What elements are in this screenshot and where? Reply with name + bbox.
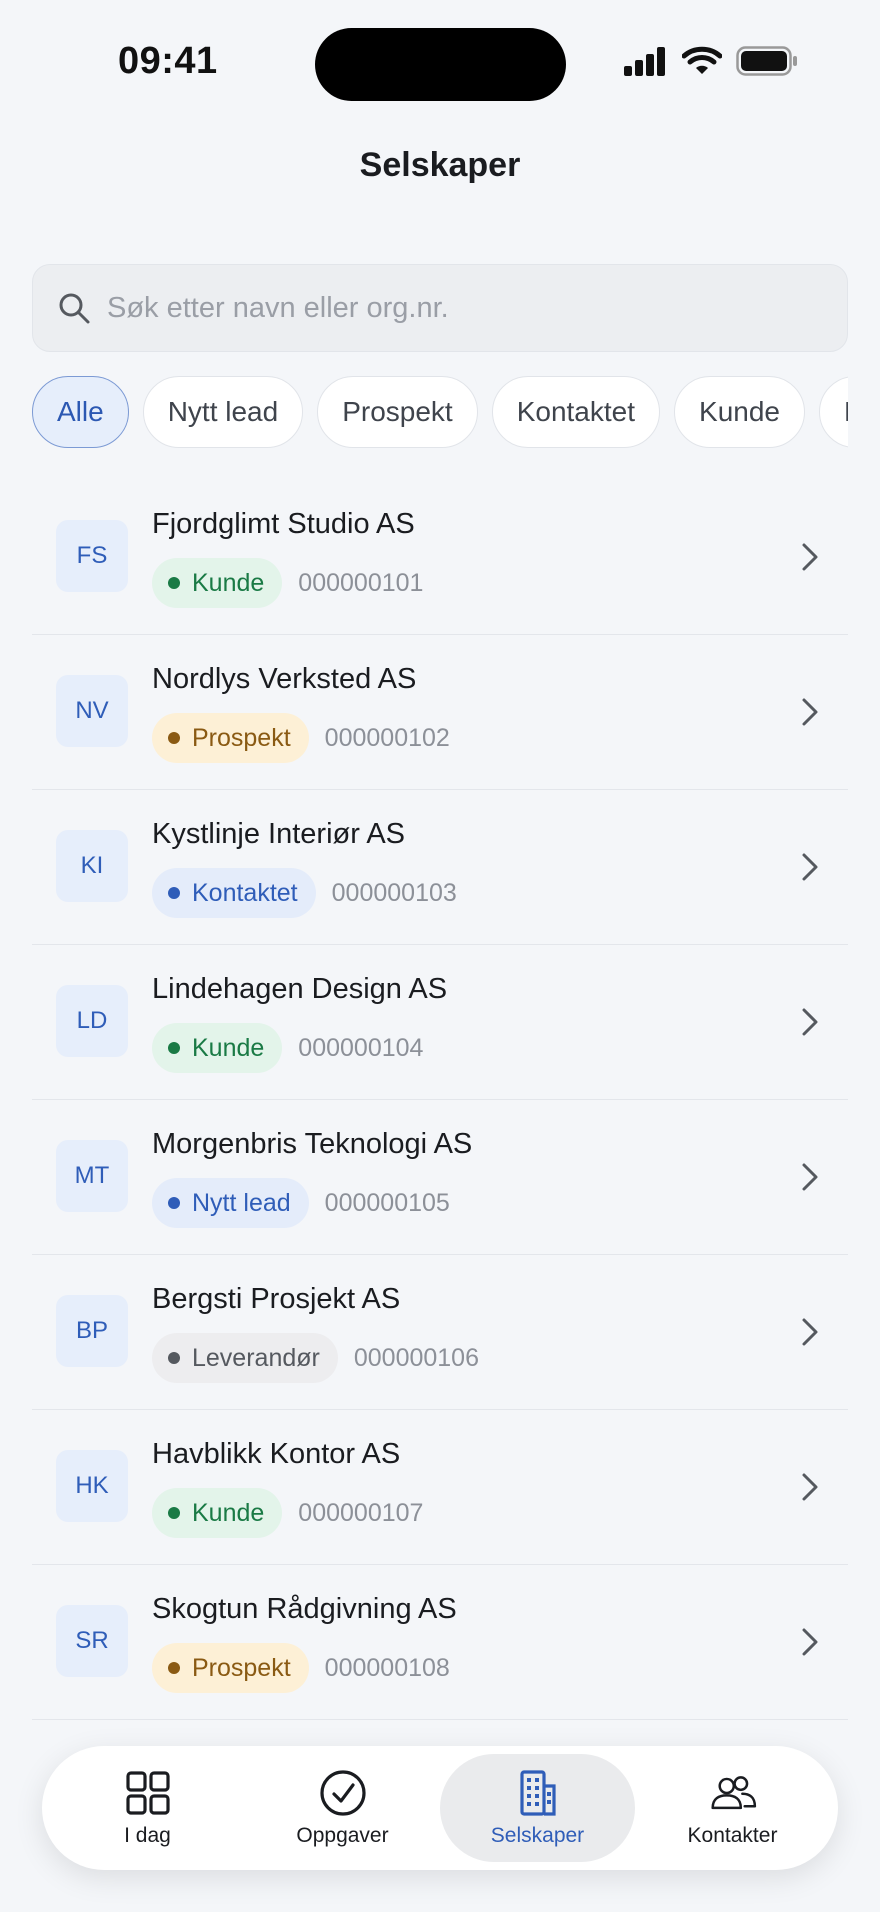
company-avatar: FS bbox=[56, 520, 128, 592]
search-box[interactable] bbox=[32, 264, 848, 352]
signal-icon bbox=[624, 47, 665, 76]
chevron-right-icon bbox=[802, 698, 818, 726]
company-row[interactable]: KI Kystlinje Interiør AS Kontaktet 00000… bbox=[32, 790, 848, 945]
status-badge: Kunde bbox=[152, 1023, 283, 1073]
company-name: Bergsti Prosjekt AS bbox=[152, 1283, 401, 1315]
status-badge: Prospekt bbox=[152, 1643, 309, 1693]
dynamic-island bbox=[315, 28, 566, 101]
company-avatar: SR bbox=[56, 1605, 128, 1677]
status-dot-icon bbox=[168, 577, 180, 589]
org-number: 000000103 bbox=[331, 878, 457, 907]
company-row[interactable]: NV Nordlys Verksted AS Prospekt 00000010… bbox=[32, 635, 848, 790]
tab-label: Oppgaver bbox=[296, 1824, 389, 1847]
company-name: Skogtun Rådgivning AS bbox=[152, 1593, 457, 1625]
status-badge: Kunde bbox=[152, 558, 283, 608]
org-number: 000000108 bbox=[324, 1653, 450, 1682]
company-row[interactable]: LD Lindehagen Design AS Kunde 000000104 bbox=[32, 945, 848, 1100]
check-circle-icon bbox=[319, 1770, 366, 1816]
company-avatar: LD bbox=[56, 985, 128, 1057]
tab-label: Selskaper bbox=[490, 1824, 585, 1847]
tab-label: Kontakter bbox=[687, 1824, 778, 1847]
grid-icon bbox=[125, 1771, 170, 1815]
chevron-right-icon bbox=[802, 543, 818, 571]
status-dot-icon bbox=[168, 887, 180, 899]
chevron-right-icon bbox=[802, 1473, 818, 1501]
tab-bar: I dag Oppgaver Selskaper Kontakter bbox=[42, 1746, 838, 1870]
org-number: 000000102 bbox=[324, 723, 450, 752]
company-row[interactable]: SR Skogtun Rådgivning AS Prospekt 000000… bbox=[32, 1565, 848, 1720]
status-dot-icon bbox=[168, 732, 180, 744]
tab-oppgaver[interactable]: Oppgaver bbox=[245, 1754, 440, 1862]
chevron-right-icon bbox=[802, 1628, 818, 1656]
company-row[interactable]: BP Bergsti Prosjekt AS Leverandør 000000… bbox=[32, 1255, 848, 1410]
org-number: 000000105 bbox=[324, 1188, 450, 1217]
org-number: 000000104 bbox=[298, 1033, 424, 1062]
company-row[interactable]: FS Fjordglimt Studio AS Kunde 000000101 bbox=[32, 480, 848, 635]
filter-chip-prospekt[interactable]: Prospekt bbox=[317, 376, 478, 448]
company-avatar: KI bbox=[56, 830, 128, 902]
company-list: FS Fjordglimt Studio AS Kunde 000000101 … bbox=[32, 480, 848, 1720]
org-number: 000000106 bbox=[353, 1343, 479, 1372]
status-badge: Kontaktet bbox=[152, 868, 316, 918]
filter-chips: Alle Nytt lead Prospekt Kontaktet Kunde … bbox=[32, 376, 848, 448]
users-icon bbox=[710, 1776, 756, 1810]
company-row[interactable]: HK Havblikk Kontor AS Kunde 000000107 bbox=[32, 1410, 848, 1565]
status-dot-icon bbox=[168, 1662, 180, 1674]
tab-label: I dag bbox=[124, 1824, 171, 1847]
filter-chip-kontaktet[interactable]: Kontaktet bbox=[491, 376, 661, 448]
company-avatar: BP bbox=[56, 1295, 128, 1367]
chevron-right-icon bbox=[802, 1008, 818, 1036]
filter-chip-leverandor[interactable]: Leverandør bbox=[818, 376, 848, 448]
search-icon bbox=[59, 293, 90, 324]
company-name: Kystlinje Interiør AS bbox=[152, 818, 406, 850]
status-badge: Prospekt bbox=[152, 713, 309, 763]
page-title: Selskaper bbox=[359, 146, 521, 184]
status-badge: Kunde bbox=[152, 1488, 283, 1538]
tab-i-dag[interactable]: I dag bbox=[50, 1754, 245, 1862]
status-badge: Leverandør bbox=[152, 1333, 338, 1383]
status-dot-icon bbox=[168, 1042, 180, 1054]
filter-chip-alle[interactable]: Alle bbox=[32, 376, 129, 448]
status-dot-icon bbox=[168, 1507, 180, 1519]
tab-kontakter[interactable]: Kontakter bbox=[635, 1754, 830, 1862]
chevron-right-icon bbox=[802, 1163, 818, 1191]
wifi-icon bbox=[682, 46, 722, 74]
filter-chip-kunde[interactable]: Kunde bbox=[674, 376, 805, 448]
status-dot-icon bbox=[168, 1197, 180, 1209]
battery-icon bbox=[736, 46, 797, 76]
company-name: Lindehagen Design AS bbox=[152, 973, 448, 1005]
status-time: 09:41 bbox=[118, 40, 218, 82]
status-badge: Nytt lead bbox=[152, 1178, 309, 1228]
company-name: Havblikk Kontor AS bbox=[152, 1438, 401, 1470]
search-input[interactable] bbox=[107, 291, 807, 325]
company-name: Fjordglimt Studio AS bbox=[152, 508, 415, 540]
status-dot-icon bbox=[168, 1352, 180, 1364]
company-name: Morgenbris Teknologi AS bbox=[152, 1128, 473, 1160]
org-number: 000000107 bbox=[298, 1498, 424, 1527]
chevron-right-icon bbox=[802, 1318, 818, 1346]
filter-chip-nytt-lead[interactable]: Nytt lead bbox=[142, 376, 304, 448]
tab-selskaper[interactable]: Selskaper bbox=[440, 1754, 635, 1862]
org-number: 000000101 bbox=[298, 568, 424, 597]
status-icons bbox=[622, 46, 798, 76]
status-bar: 09:41 bbox=[0, 0, 880, 130]
building-icon bbox=[519, 1770, 556, 1816]
company-avatar: MT bbox=[56, 1140, 128, 1212]
company-row[interactable]: MT Morgenbris Teknologi AS Nytt lead 000… bbox=[32, 1100, 848, 1255]
company-avatar: HK bbox=[56, 1450, 128, 1522]
chevron-right-icon bbox=[802, 853, 818, 881]
company-avatar: NV bbox=[56, 675, 128, 747]
company-name: Nordlys Verksted AS bbox=[152, 663, 417, 695]
